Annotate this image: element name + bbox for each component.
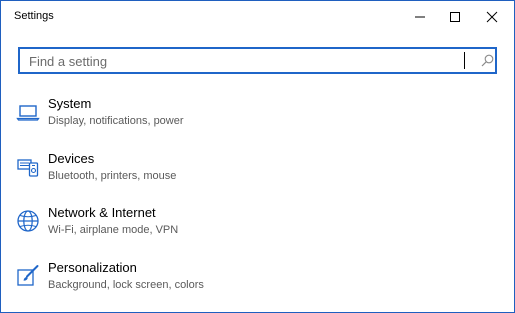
search-input[interactable]: Find a setting [18, 47, 497, 74]
category-label: Devices [48, 151, 95, 166]
close-button[interactable] [474, 1, 510, 32]
category-label: System [48, 96, 92, 111]
category-description: Display, notifications, power [48, 115, 184, 127]
category-label: Personalization [48, 260, 137, 275]
minimize-button[interactable] [402, 1, 438, 32]
title-bar[interactable]: Settings [1, 1, 514, 32]
maximize-icon [450, 11, 460, 22]
category-system[interactable]: System Display, notifications, power [1, 96, 514, 146]
paintbrush-icon [17, 265, 39, 286]
minimize-icon [415, 16, 425, 17]
search-placeholder: Find a setting [29, 54, 108, 69]
category-description: Wi-Fi, airplane mode, VPN [48, 224, 179, 236]
category-description: Background, lock screen, colors [48, 279, 204, 291]
maximize-button[interactable] [437, 1, 473, 32]
close-icon [486, 11, 498, 22]
devices-icon [17, 159, 39, 177]
category-devices[interactable]: Devices Bluetooth, printers, mouse [1, 151, 514, 201]
category-network-internet[interactable]: Network & Internet Wi-Fi, airplane mode,… [1, 205, 514, 255]
category-personalization[interactable]: Personalization Background, lock screen,… [1, 260, 514, 310]
window-title: Settings [14, 10, 54, 22]
settings-window: Settings Find a setting System Display, … [0, 0, 515, 313]
laptop-icon [16, 105, 40, 121]
globe-icon [17, 210, 39, 232]
search-icon[interactable] [481, 54, 494, 67]
category-description: Bluetooth, printers, mouse [48, 170, 177, 182]
category-label: Network & Internet [48, 205, 156, 220]
text-caret [464, 52, 465, 69]
